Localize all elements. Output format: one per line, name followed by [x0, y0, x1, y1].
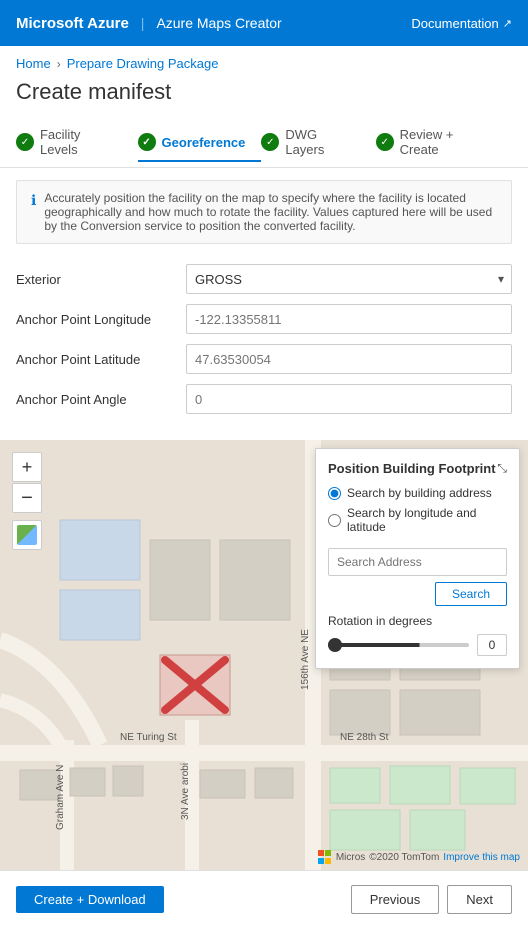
anchor-lng-field-row: Anchor Point Longitude — [16, 304, 512, 334]
collapse-icon[interactable]: ⤡ — [497, 461, 507, 476]
breadcrumb-current[interactable]: Prepare Drawing Package — [67, 56, 219, 71]
position-panel-header: Position Building Footprint ⤡ — [328, 461, 507, 476]
radio-address-label: Search by building address — [347, 486, 492, 500]
step-check-review: ✓ — [376, 133, 394, 151]
info-text: Accurately position the facility on the … — [44, 191, 497, 233]
radio-latlng-label: Search by longitude and latitude — [347, 506, 507, 534]
zoom-in-button[interactable]: + — [12, 452, 42, 482]
anchor-lat-label: Anchor Point Latitude — [16, 352, 186, 367]
position-panel: Position Building Footprint ⤡ Search by … — [315, 448, 520, 669]
map-container[interactable]: NE Turing St NE 28th St 156th Ave NE 3N … — [0, 440, 528, 870]
rotation-value: 0 — [477, 634, 507, 656]
product-name: Azure Maps Creator — [156, 15, 281, 31]
nav-separator: | — [141, 15, 145, 31]
top-navigation: Microsoft Azure | Azure Maps Creator Doc… — [0, 0, 528, 46]
position-panel-title: Position Building Footprint — [328, 461, 496, 476]
info-icon: ℹ — [31, 192, 36, 233]
exterior-select-wrapper: GROSS NET UNIT — [186, 264, 512, 294]
next-button[interactable]: Next — [447, 885, 512, 914]
page-title: Create manifest — [0, 75, 528, 117]
brand-name: Microsoft Azure — [16, 15, 129, 32]
anchor-lng-input[interactable] — [186, 304, 512, 334]
info-box: ℹ Accurately position the facility on th… — [16, 180, 512, 244]
logo-q4 — [325, 858, 331, 864]
exterior-label: Exterior — [16, 272, 186, 287]
step-check-facility: ✓ — [16, 133, 34, 151]
svg-text:NE Turing St: NE Turing St — [120, 732, 177, 743]
bottom-bar: Create + Download Previous Next — [0, 870, 528, 928]
anchor-angle-input[interactable] — [186, 384, 512, 414]
svg-text:156th Ave NE: 156th Ave NE — [300, 629, 311, 690]
breadcrumb-home[interactable]: Home — [16, 56, 51, 71]
step-dwg-layers[interactable]: ✓ DWG Layers — [261, 117, 375, 167]
steps-nav: ✓ Facility Levels ✓ Georeference ✓ DWG L… — [0, 117, 528, 168]
zoom-out-button[interactable]: − — [12, 483, 42, 513]
step-label-facility: Facility Levels — [40, 127, 122, 157]
step-label-geo: Georeference — [162, 135, 246, 150]
documentation-link[interactable]: Documentation ↗ — [411, 16, 512, 31]
rotation-label: Rotation in degrees — [328, 614, 507, 628]
step-check-dwg: ✓ — [261, 133, 279, 151]
step-facility-levels[interactable]: ✓ Facility Levels — [16, 117, 138, 167]
step-label-review: Review + Create — [400, 127, 496, 157]
radio-address-row: Search by building address — [328, 486, 507, 500]
anchor-angle-field-row: Anchor Point Angle — [16, 384, 512, 414]
logo-q2 — [325, 850, 331, 856]
exterior-select[interactable]: GROSS NET UNIT — [186, 264, 512, 294]
step-check-geo: ✓ — [138, 133, 156, 151]
rotation-row: 0 — [328, 634, 507, 656]
radio-latlng[interactable] — [328, 514, 341, 527]
logo-q1 — [318, 850, 324, 856]
anchor-lat-field-row: Anchor Point Latitude — [16, 344, 512, 374]
step-label-dwg: DWG Layers — [285, 127, 359, 157]
anchor-lng-label: Anchor Point Longitude — [16, 312, 186, 327]
map-controls: + − — [12, 452, 42, 550]
radio-latlng-row: Search by longitude and latitude — [328, 506, 507, 534]
form-section: Exterior GROSS NET UNIT Anchor Point Lon… — [0, 256, 528, 432]
microsoft-text: Micros — [336, 852, 365, 863]
map-layer-icon — [17, 525, 37, 545]
rotation-section: Rotation in degrees 0 — [328, 606, 507, 656]
step-georeference[interactable]: ✓ Georeference — [138, 123, 262, 161]
building-marker — [155, 650, 235, 720]
external-link-icon: ↗ — [503, 17, 512, 30]
previous-button[interactable]: Previous — [351, 885, 440, 914]
map-layer-button[interactable] — [12, 520, 42, 550]
radio-address[interactable] — [328, 487, 341, 500]
svg-text:3N Ave arobi: 3N Ave arobi — [180, 763, 191, 820]
microsoft-logo — [318, 850, 332, 864]
anchor-lat-input[interactable] — [186, 344, 512, 374]
exterior-field-row: Exterior GROSS NET UNIT — [16, 264, 512, 294]
breadcrumb-separator: › — [57, 57, 61, 71]
create-download-button[interactable]: Create + Download — [16, 886, 164, 913]
breadcrumb: Home › Prepare Drawing Package — [0, 46, 528, 75]
anchor-angle-label: Anchor Point Angle — [16, 392, 186, 407]
svg-text:Graham Ave N: Graham Ave N — [55, 765, 66, 830]
svg-text:NE 28th St: NE 28th St — [340, 732, 389, 743]
rotation-slider[interactable] — [328, 643, 469, 647]
logo-q3 — [318, 858, 324, 864]
search-button[interactable]: Search — [435, 582, 507, 606]
step-review-create[interactable]: ✓ Review + Create — [376, 117, 512, 167]
map-watermark: Micros ©2020 TomTom Improve this map — [318, 850, 520, 864]
map-copyright: ©2020 TomTom — [369, 852, 439, 863]
search-address-input[interactable] — [328, 548, 507, 576]
improve-map-link[interactable]: Improve this map — [443, 852, 520, 863]
